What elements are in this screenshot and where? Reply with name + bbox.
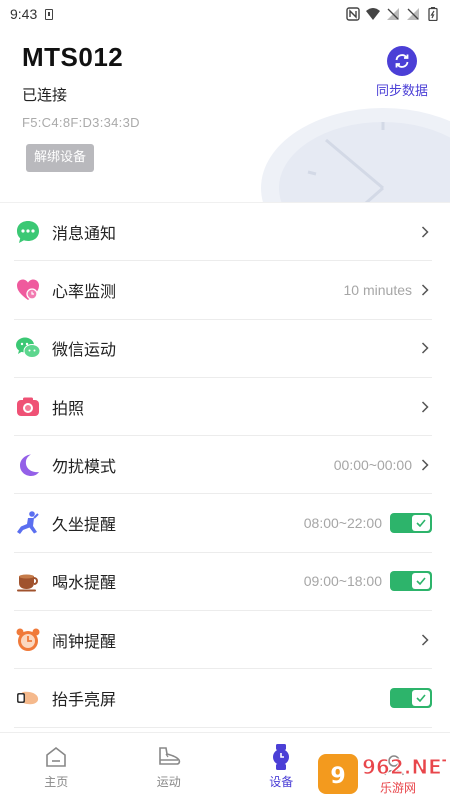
status-time: 9:43 [10, 6, 38, 22]
setting-row-message-notification[interactable]: 消息通知 [14, 203, 432, 262]
sync-data-label: 同步数据 [375, 84, 428, 99]
setting-label: 喝水提醒 [52, 573, 117, 593]
no-signal-icon [407, 8, 419, 20]
setting-label: 微信运动 [52, 340, 117, 360]
check-icon [412, 515, 430, 532]
setting-label: 抬手亮屏 [52, 690, 117, 710]
battery-icon [428, 7, 438, 21]
chevron-right-icon [418, 458, 432, 472]
message-icon [14, 218, 42, 246]
setting-row-sedentary-reminder[interactable]: 久坐提醒 08:00~22:00 [14, 494, 432, 553]
setting-value: 10 minutes [343, 281, 412, 298]
setting-value: 08:00~22:00 [303, 515, 382, 532]
raise-wrist-icon [14, 684, 42, 712]
tab-label: 运动 [156, 774, 181, 789]
check-icon [412, 690, 430, 707]
svg-text:962.NET: 962.NET [362, 755, 446, 779]
camera-icon [14, 393, 42, 421]
sedentary-icon [14, 509, 42, 537]
unbind-device-button[interactable]: 解绑设备 [26, 144, 95, 172]
setting-value: 00:00~00:00 [333, 456, 412, 473]
setting-label: 拍照 [52, 398, 85, 418]
shoe-icon [156, 744, 182, 770]
tab-sport[interactable]: 运动 [113, 733, 226, 800]
sedentary-toggle[interactable] [390, 513, 432, 534]
no-signal-icon [387, 8, 399, 20]
sync-icon [387, 46, 417, 76]
device-header: MTS012 已连接 F5:C4:8F:D3:34:3D 解绑设备 同步数据 [0, 28, 450, 202]
svg-text:乐游网: 乐游网 [380, 781, 416, 795]
sync-data-button[interactable]: 同步数据 [372, 46, 432, 99]
nfc-icon [346, 7, 360, 21]
setting-row-alarm[interactable]: 闹钟提醒 [14, 611, 432, 670]
water-toggle[interactable] [390, 571, 432, 592]
wechat-icon [14, 334, 42, 362]
tab-home[interactable]: 主页 [0, 733, 113, 800]
tab-label: 设备 [269, 774, 294, 789]
setting-label: 消息通知 [52, 223, 117, 243]
setting-label: 闹钟提醒 [52, 631, 117, 651]
home-icon [43, 744, 69, 770]
connection-status: 已连接 [22, 86, 68, 104]
chevron-right-icon [418, 400, 432, 414]
watermark-logo: 9 962.NET 乐游网 [318, 754, 446, 795]
setting-row-water-reminder[interactable]: 喝水提醒 09:00~18:00 [14, 553, 432, 612]
sim-icon [45, 8, 54, 20]
chevron-right-icon [418, 341, 432, 355]
setting-row-raise-to-wake[interactable]: 抬手亮屏 [14, 669, 432, 728]
tab-label: 主页 [44, 774, 69, 789]
status-icons [346, 7, 440, 21]
setting-label: 勿扰模式 [52, 456, 117, 476]
chevron-right-icon [418, 633, 432, 647]
chevron-right-icon [418, 225, 432, 239]
chevron-right-icon [418, 283, 432, 297]
raise-to-wake-toggle[interactable] [390, 688, 432, 709]
setting-label: 心率监测 [52, 281, 117, 301]
cup-icon [14, 567, 42, 595]
alarm-clock-icon [14, 626, 42, 654]
wifi-icon [366, 8, 380, 20]
settings-list: 消息通知 心率监测 10 minutes 微信运动 拍照 勿扰模式 00:00~… [0, 202, 450, 728]
setting-row-camera[interactable]: 拍照 [14, 378, 432, 437]
device-mac-address: F5:C4:8F:D3:34:3D [22, 115, 140, 130]
watch-icon [268, 743, 294, 770]
setting-row-heart-rate[interactable]: 心率监测 10 minutes [14, 261, 432, 320]
setting-value: 09:00~18:00 [303, 573, 382, 590]
clock-decoration-icon [261, 108, 450, 202]
setting-row-wechat-sport[interactable]: 微信运动 [14, 320, 432, 378]
setting-label: 久坐提醒 [52, 515, 117, 535]
heart-icon [14, 276, 42, 304]
check-icon [412, 573, 430, 590]
svg-text:9: 9 [330, 764, 345, 789]
moon-icon [14, 451, 42, 479]
setting-row-do-not-disturb[interactable]: 勿扰模式 00:00~00:00 [14, 436, 432, 495]
status-bar: 9:43 [0, 0, 450, 28]
device-name: MTS012 [22, 42, 124, 72]
